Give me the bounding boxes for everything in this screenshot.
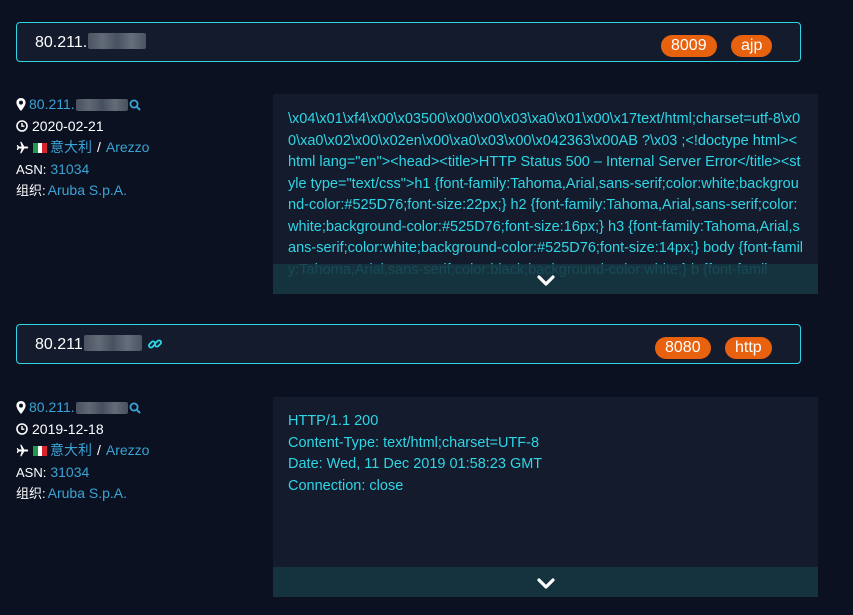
chevron-down-icon[interactable]	[536, 578, 555, 590]
redacted-ip-blur	[75, 98, 128, 111]
redacted-ip-blur	[83, 335, 142, 351]
result-1-expand-bar[interactable]	[273, 264, 818, 294]
result-1-port-badge[interactable]: 8009	[661, 35, 717, 57]
result-1-ip-link[interactable]: 80.211.	[29, 94, 75, 116]
italy-flag-icon	[33, 142, 48, 153]
result-2-expand-bar[interactable]	[273, 567, 818, 597]
search-icon[interactable]	[129, 99, 141, 111]
plane-icon	[16, 142, 29, 154]
asn-label: ASN:	[16, 161, 47, 177]
result-1-header-bar[interactable]: 80.211. 8009 ajp	[16, 22, 801, 62]
result-1-banner-panel: \x04\x01\xf4\x00\x03500\x00\x00\x03\xa0\…	[273, 94, 818, 294]
asn-label: ASN:	[16, 464, 47, 480]
chevron-down-icon[interactable]	[536, 275, 555, 287]
result-2-org-link[interactable]: Aruba S.p.A.	[48, 483, 127, 505]
result-2-header-bar[interactable]: 80.211 8080 http	[16, 324, 801, 364]
result-1-ip-row: 80.211.	[16, 94, 149, 116]
result-2-country-link[interactable]: 意大利	[50, 440, 92, 462]
result-2-ip[interactable]: 80.211	[35, 335, 142, 354]
result-1-ip-text[interactable]: 80.211.	[35, 34, 87, 51]
map-marker-icon	[16, 98, 26, 112]
org-label: 组织:	[16, 183, 46, 198]
result-2-date: 2019-12-18	[32, 420, 104, 437]
result-1-asn-row: ASN: 31034	[16, 159, 149, 181]
location-separator: /	[97, 442, 101, 458]
clock-icon	[16, 120, 28, 133]
org-label: 组织:	[16, 486, 46, 501]
result-2-ip-link[interactable]: 80.211.	[29, 397, 75, 419]
italy-flag-icon	[33, 445, 48, 456]
result-2-ip-text[interactable]: 80.211	[35, 336, 83, 353]
result-1-location-row: 意大利 / Arezzo	[16, 137, 149, 159]
result-2-meta: 80.211. 2019-12-18 意大利 / Arezzo ASN: 310…	[16, 397, 149, 505]
result-1-asn-link[interactable]: 31034	[50, 159, 89, 181]
result-1-ip[interactable]: 80.211.	[35, 33, 147, 52]
search-icon[interactable]	[129, 402, 141, 414]
result-2-asn-link[interactable]: 31034	[50, 462, 89, 484]
result-2-org-row: 组织: Aruba S.p.A.	[16, 483, 149, 505]
result-1-org-row: 组织: Aruba S.p.A.	[16, 180, 149, 202]
result-1-date-row: 2020-02-21	[16, 116, 149, 138]
result-1-city-link[interactable]: Arezzo	[106, 137, 150, 159]
result-1-meta: 80.211. 2020-02-21 意大利 / Arezzo ASN: 310…	[16, 94, 149, 202]
result-1-protocol-badge[interactable]: ajp	[731, 35, 773, 57]
result-2-ip-row: 80.211.	[16, 397, 149, 419]
result-1-banner-text: \x04\x01\xf4\x00\x03500\x00\x00\x03\xa0\…	[288, 111, 804, 278]
result-2-protocol-badge[interactable]: http	[725, 337, 772, 359]
result-2-location-row: 意大利 / Arezzo	[16, 440, 149, 462]
result-2-city-link[interactable]: Arezzo	[106, 440, 150, 462]
clock-icon	[16, 423, 28, 436]
location-separator: /	[97, 139, 101, 155]
redacted-ip-blur	[75, 401, 128, 414]
result-2-asn-row: ASN: 31034	[16, 462, 149, 484]
plane-icon	[16, 445, 29, 457]
map-marker-icon	[16, 401, 26, 415]
result-1-date: 2020-02-21	[32, 117, 104, 134]
result-1-country-link[interactable]: 意大利	[50, 137, 92, 159]
result-2-banner-text: HTTP/1.1 200 Content-Type: text/html;cha…	[288, 413, 543, 494]
result-2-date-row: 2019-12-18	[16, 419, 149, 441]
result-2-banner-panel: HTTP/1.1 200 Content-Type: text/html;cha…	[273, 397, 818, 597]
redacted-ip-blur	[88, 33, 147, 49]
result-1-org-link[interactable]: Aruba S.p.A.	[48, 180, 127, 202]
result-2-port-badge[interactable]: 8080	[655, 337, 711, 359]
link-icon[interactable]	[147, 336, 163, 352]
